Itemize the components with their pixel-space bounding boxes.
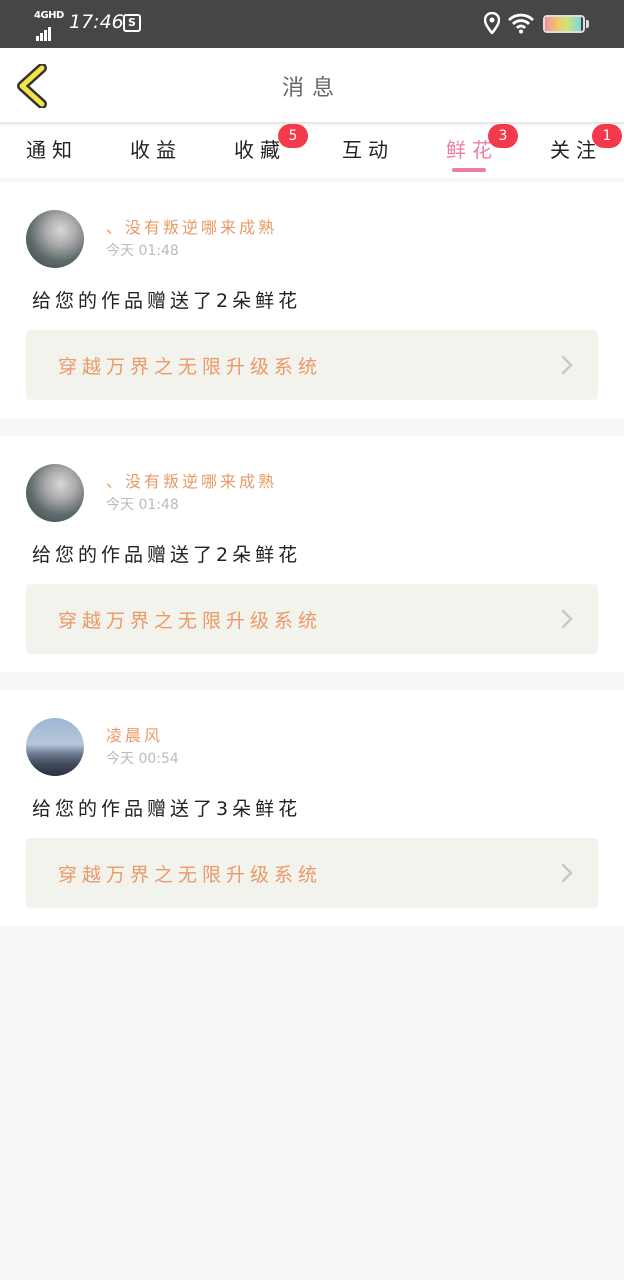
screenshot-icon: S	[123, 14, 141, 32]
page-title: 消息	[281, 76, 342, 101]
location-icon	[484, 12, 500, 34]
sender-name[interactable]: 凌晨风	[106, 722, 163, 746]
work-title: 穿越万界之无限升级系统	[58, 610, 323, 632]
clock: 17:46	[69, 11, 124, 33]
tab-follows[interactable]: 关注 1	[536, 124, 622, 163]
sender-name[interactable]: 、没有叛逆哪来成熟	[106, 214, 277, 238]
tab-badge: 5	[278, 124, 308, 148]
sender-name[interactable]: 、没有叛逆哪来成熟	[106, 468, 277, 492]
message-time: 今天 01:48	[106, 243, 179, 259]
header: 消息	[0, 48, 624, 124]
tab-badge: 1	[592, 124, 622, 148]
work-title: 穿越万界之无限升级系统	[58, 864, 323, 886]
message-text: 给您的作品赠送了2朵鲜花	[32, 290, 302, 312]
avatar[interactable]	[26, 464, 84, 522]
message-text: 给您的作品赠送了3朵鲜花	[32, 798, 302, 820]
work-title: 穿越万界之无限升级系统	[58, 356, 323, 378]
message-card: 凌晨风 今天 00:54 给您的作品赠送了3朵鲜花 穿越万界之无限升级系统	[0, 690, 624, 926]
message-card: 、没有叛逆哪来成熟 今天 01:48 给您的作品赠送了2朵鲜花 穿越万界之无限升…	[0, 436, 624, 672]
work-link[interactable]: 穿越万界之无限升级系统	[26, 330, 598, 400]
tab-earnings[interactable]: 收益	[116, 134, 196, 163]
tab-flowers[interactable]: 鲜花 3	[432, 124, 518, 163]
tab-favorites[interactable]: 收藏 5	[220, 124, 308, 163]
active-tab-indicator	[452, 168, 486, 172]
work-link[interactable]: 穿越万界之无限升级系统	[26, 584, 598, 654]
battery-icon	[543, 15, 585, 33]
tab-label: 收益	[130, 138, 182, 162]
tab-bar: 通知 收益 收藏 5 互动 鲜花 3 关注 1	[0, 124, 624, 178]
work-link[interactable]: 穿越万界之无限升级系统	[26, 838, 598, 908]
chevron-right-icon	[561, 609, 573, 629]
message-time: 今天 01:48	[106, 497, 179, 513]
message-card: 、没有叛逆哪来成熟 今天 01:48 给您的作品赠送了2朵鲜花 穿越万界之无限升…	[0, 182, 624, 418]
network-type: 4GHD	[34, 10, 64, 21]
message-time: 今天 00:54	[106, 751, 179, 767]
tab-label: 互动	[342, 138, 394, 162]
battery-tip	[586, 20, 589, 28]
avatar[interactable]	[26, 718, 84, 776]
chevron-right-icon	[561, 863, 573, 883]
tab-label: 收藏	[234, 138, 286, 162]
message-text: 给您的作品赠送了2朵鲜花	[32, 544, 302, 566]
status-bar: 4GHD 17:46 S	[0, 0, 624, 48]
chevron-right-icon	[561, 355, 573, 375]
wifi-icon	[508, 13, 534, 34]
tab-interaction[interactable]: 互动	[328, 134, 408, 163]
signal-icon	[36, 22, 52, 41]
tab-badge: 3	[488, 124, 518, 148]
avatar[interactable]	[26, 210, 84, 268]
tab-notifications[interactable]: 通知	[12, 134, 92, 163]
tab-label: 通知	[26, 138, 78, 162]
